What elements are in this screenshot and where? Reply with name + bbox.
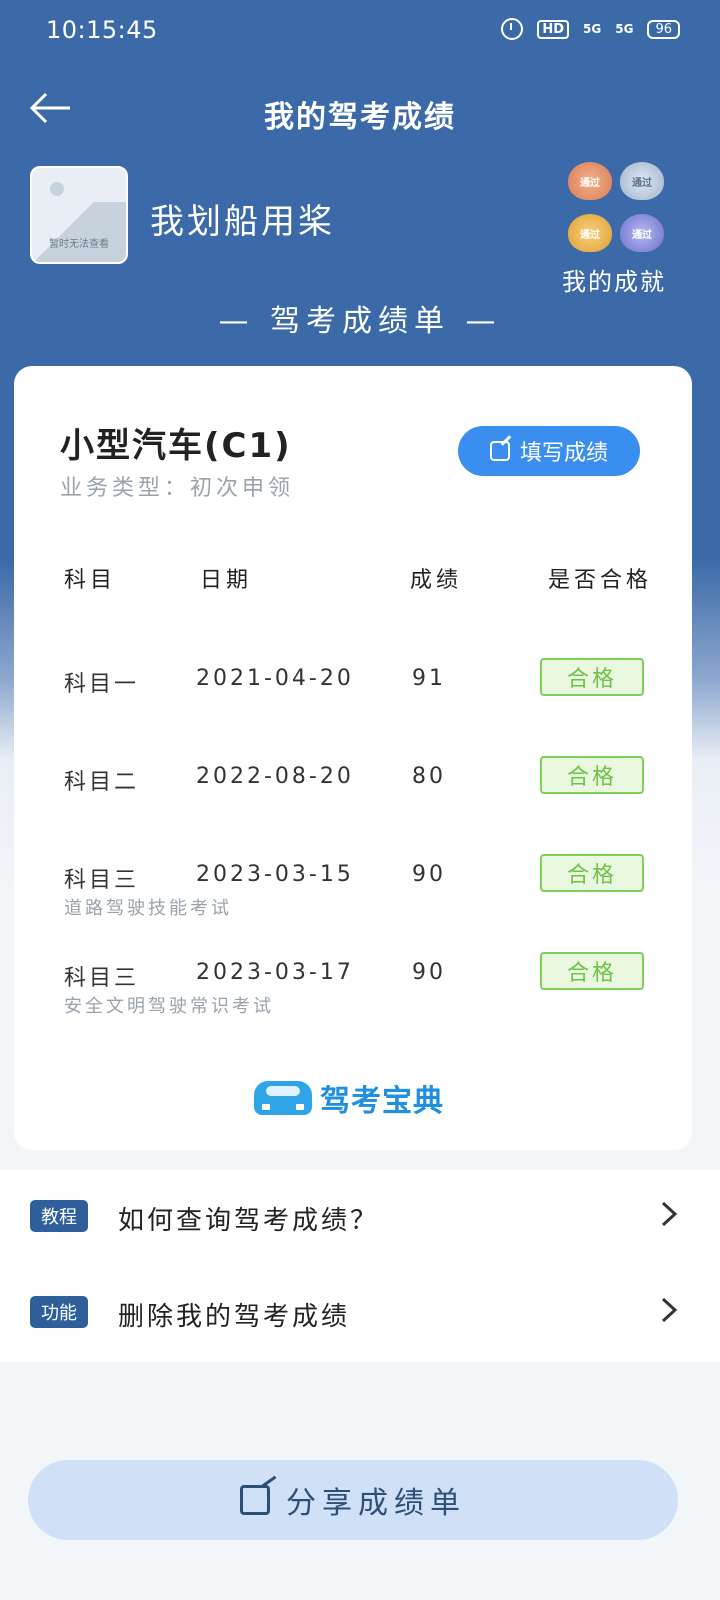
badge-icon: 通过	[620, 162, 664, 200]
row-date: 2022-08-20	[196, 764, 354, 789]
row-date: 2021-04-20	[196, 666, 354, 691]
car-icon	[254, 1081, 312, 1115]
license-type: 小型汽车(C1)	[60, 426, 292, 466]
score-card: 小型汽车(C1) 业务类型：初次申领 填写成绩 科目 日期 成绩 是否合格 科目…	[14, 366, 692, 1150]
list-item-delete-score[interactable]: 功能 删除我的驾考成绩	[0, 1266, 720, 1362]
fill-score-button[interactable]: 填写成绩	[458, 426, 640, 476]
signal-icon: 5G	[615, 22, 634, 36]
share-label: 分享成绩单	[286, 1486, 466, 1521]
brand-logo-text: 驾考宝典	[320, 1084, 444, 1119]
list-item-query-score[interactable]: 教程 如何查询驾考成绩？	[0, 1170, 720, 1266]
row-score: 90	[412, 862, 446, 887]
column-header-date: 日期	[200, 568, 253, 593]
tag-function: 功能	[30, 1296, 88, 1328]
status-time: 10:15:45	[46, 16, 158, 44]
row-subject: 科目一	[64, 672, 140, 697]
fill-score-label: 填写成绩	[519, 441, 608, 466]
alarm-icon	[501, 18, 524, 40]
pass-badge: 合格	[540, 658, 644, 696]
achievements-label[interactable]: 我的成就	[562, 262, 666, 297]
row-score: 91	[412, 666, 446, 691]
tag-tutorial: 教程	[30, 1200, 88, 1232]
battery-icon: 96	[647, 19, 680, 39]
row-score: 90	[412, 960, 446, 985]
share-icon	[240, 1485, 270, 1515]
row-note: 道路驾驶技能考试	[64, 898, 232, 919]
table-row: 科目三 2023-03-15 90 合格 道路驾驶技能考试	[14, 854, 692, 934]
pass-badge: 合格	[540, 854, 644, 892]
row-date: 2023-03-15	[196, 862, 354, 887]
table-row: 科目三 2023-03-17 90 合格 安全文明驾驶常识考试	[14, 952, 692, 1032]
row-subject: 科目三	[64, 868, 140, 893]
hd-icon: HD	[537, 19, 570, 39]
chevron-right-icon	[660, 1200, 678, 1236]
chevron-right-icon	[660, 1296, 678, 1332]
brand-logo: 驾考宝典	[254, 1076, 444, 1120]
table-row: 科目一 2021-04-20 91 合格	[14, 658, 692, 738]
column-header-subject: 科目	[64, 568, 117, 593]
image-placeholder-icon	[50, 182, 64, 196]
badge-icon: 通过	[620, 214, 664, 252]
share-button[interactable]: 分享成绩单	[28, 1460, 678, 1540]
business-type: 业务类型：初次申领	[60, 476, 295, 501]
pass-badge: 合格	[540, 756, 644, 794]
edit-icon	[489, 441, 510, 461]
table-row: 科目二 2022-08-20 80 合格	[14, 756, 692, 836]
avatar[interactable]: 暂时无法查看	[30, 166, 128, 264]
pass-badge: 合格	[540, 952, 644, 990]
row-score: 80	[412, 764, 446, 789]
column-header-score: 成绩	[410, 568, 463, 593]
avatar-caption: 暂时无法查看	[49, 239, 109, 250]
link-text: 删除我的驾考成绩	[118, 1302, 351, 1332]
row-date: 2023-03-17	[196, 960, 354, 985]
row-subject: 科目二	[64, 770, 140, 795]
row-note: 安全文明驾驶常识考试	[64, 996, 274, 1017]
help-links: 教程 如何查询驾考成绩？ 功能 删除我的驾考成绩	[0, 1170, 720, 1362]
section-title: — 驾考成绩单 —	[218, 304, 502, 339]
username: 我划船用桨	[150, 202, 335, 242]
badge-icon: 通过	[568, 162, 612, 200]
row-subject: 科目三	[64, 966, 140, 991]
status-bar: 10:15:45 HD 5G 5G 96	[0, 0, 720, 64]
badge-icon: 通过	[568, 214, 612, 252]
column-header-pass: 是否合格	[548, 568, 653, 593]
signal-icon: 5G	[583, 22, 602, 36]
link-text: 如何查询驾考成绩？	[118, 1206, 380, 1236]
status-icons: HD 5G 5G 96	[501, 18, 680, 40]
page-title: 我的驾考成绩	[264, 100, 456, 135]
